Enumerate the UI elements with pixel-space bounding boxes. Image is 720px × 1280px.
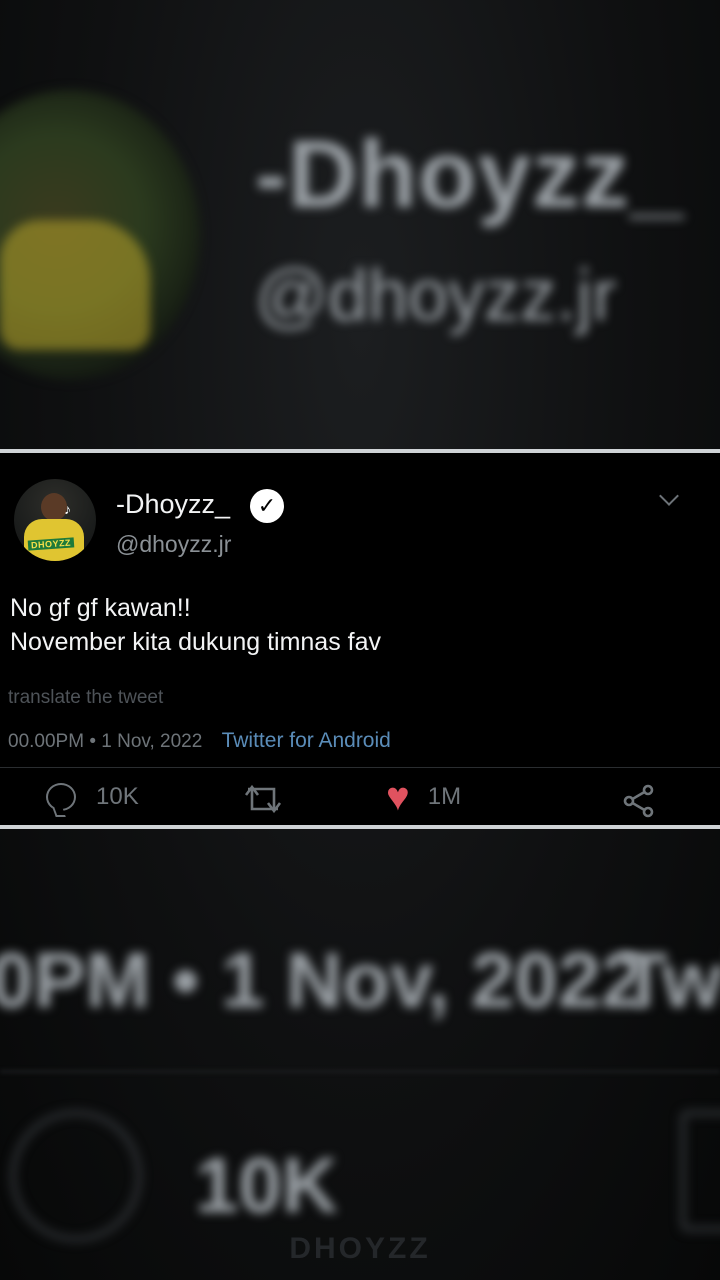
like-count: 1M [427,783,462,810]
blurred-source: Twi [620,936,720,1024]
reply-count: 10K [96,783,139,810]
reply-button[interactable]: 10K [46,783,139,811]
divider [0,767,720,768]
blurred-jersey [0,220,150,350]
chevron-down-icon[interactable] [659,486,679,506]
share-button[interactable] [622,783,656,819]
verified-badge-icon: ✓ [250,489,284,523]
watermark: DHOYZZ [289,1232,431,1265]
comment-icon [46,783,76,811]
blurred-date: 0PM • 1 Nov, 2022 [0,936,645,1024]
timestamp: 00.00PM • 1 Nov, 2022 [8,731,203,752]
user-handle[interactable]: @dhoyzz.jr [116,531,231,558]
action-bar: 10K ♥ 1M [0,771,720,829]
blurred-divider [0,1070,720,1073]
avatar[interactable]: ♪ DHOYZZ [14,479,96,561]
verified-check: ✓ [257,493,277,518]
heart-icon: ♥ [386,775,410,819]
display-name[interactable]: -Dhoyzz_ [116,489,230,520]
share-icon [623,784,654,818]
blurred-name: -Dhoyzz_ [255,121,685,228]
tweet-line-1: No gf gf kawan!! [10,594,191,622]
tweet-card: ♪ DHOYZZ -Dhoyzz_ ✓ @dhoyzz.jr No gf gf … [0,449,720,829]
retweet-icon [244,784,282,814]
blurred-reply-icon [10,1110,142,1242]
translate-link[interactable]: translate the tweet [8,687,163,709]
source-link[interactable]: Twitter for Android [222,729,391,752]
blurred-retweet-icon [680,1110,720,1232]
tweet-text: No gf gf kawan!! November kita dukung ti… [10,591,381,659]
retweet-button[interactable] [240,781,286,817]
tiktok-icon: ♪ [64,501,71,517]
like-button[interactable]: ♥ 1M [386,775,462,819]
blurred-count: 10K [195,1141,339,1229]
tweet-line-2: November kita dukung timnas fav [10,628,382,656]
blurred-handle: @dhoyzz.jr [255,256,617,336]
tweet-meta: 00.00PM • 1 Nov, 2022 Twitter for Androi… [8,729,391,753]
